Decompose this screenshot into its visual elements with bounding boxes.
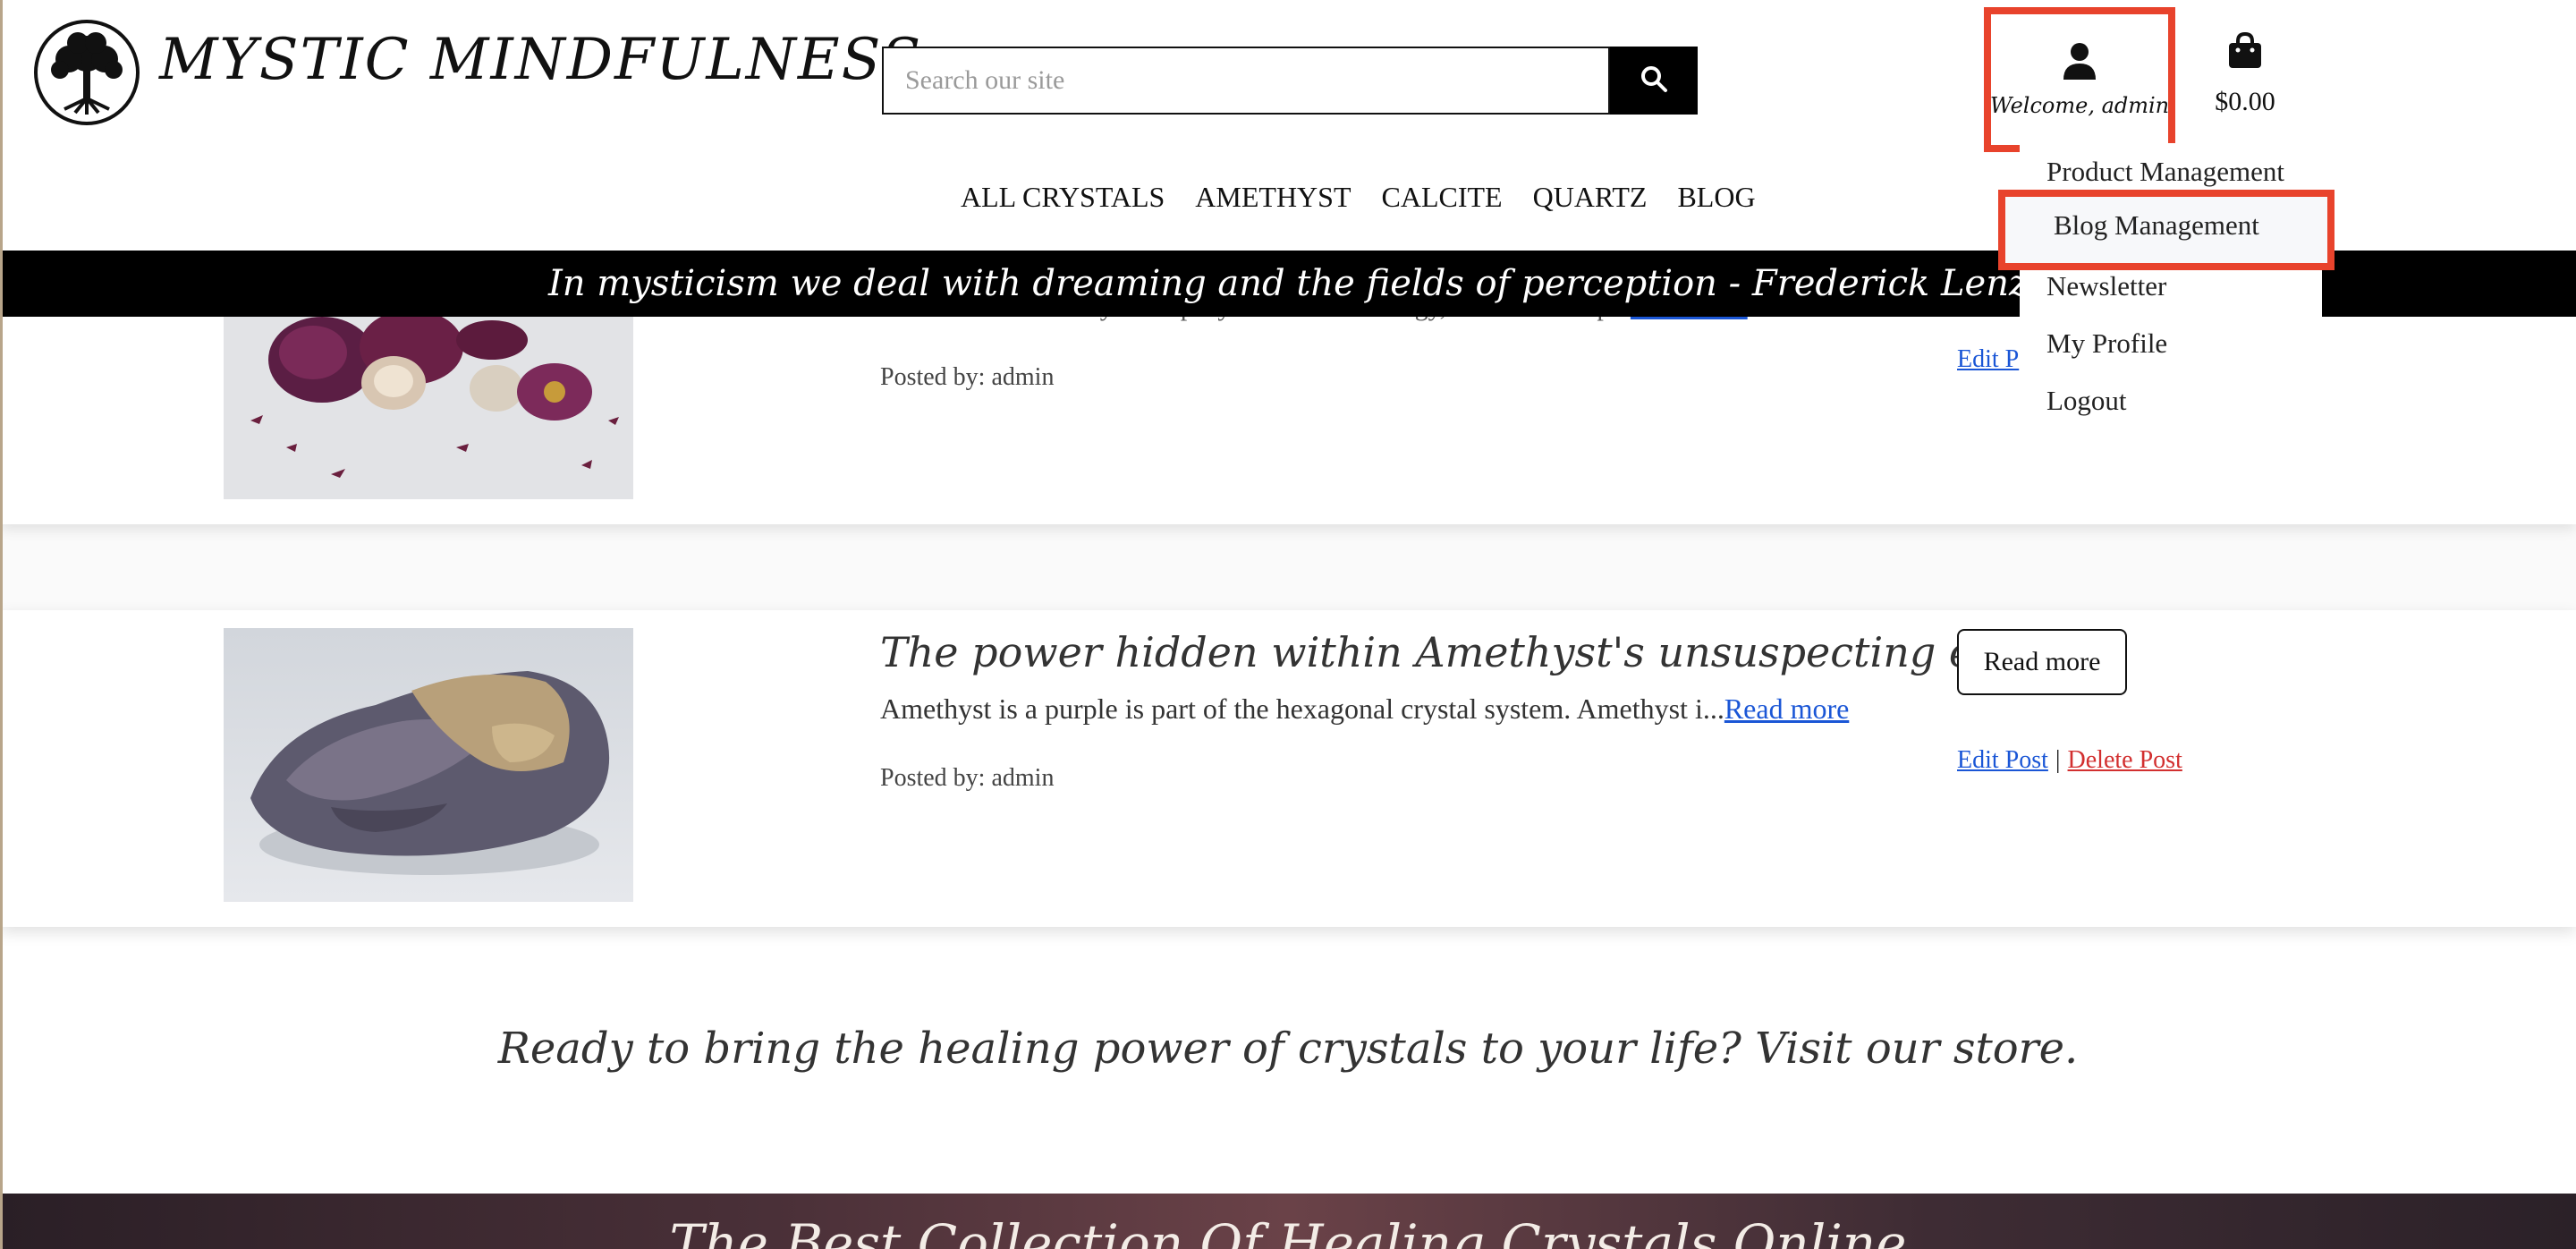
main-nav: ALL CRYSTALS AMETHYST CALCITE QUARTZ BLO… (961, 181, 1756, 214)
store-cta: Ready to bring the healing power of crys… (497, 1024, 2079, 1074)
tree-logo-icon[interactable] (34, 20, 140, 125)
footer-hero: The Best Collection Of Healing Crystals … (0, 1194, 2576, 1249)
menu-item-blog-management[interactable]: Blog Management (1998, 190, 2334, 270)
menu-item-product-management[interactable]: Product Management (2046, 156, 2284, 188)
search-icon (1640, 64, 1668, 98)
search-form (882, 47, 1610, 115)
nav-amethyst[interactable]: AMETHYST (1195, 181, 1351, 214)
nav-calcite[interactable]: CALCITE (1382, 181, 1503, 214)
delete-post-link[interactable]: Delete Post (2068, 746, 2182, 774)
blog-post-image-amethyst[interactable] (224, 628, 633, 902)
menu-item-logout[interactable]: Logout (2046, 385, 2127, 417)
cart-total: $0.00 (2215, 87, 2275, 116)
post-actions: Edit Post | Delete Post (1957, 746, 2182, 775)
posted-by: Posted by: admin (880, 764, 1055, 792)
nav-quartz[interactable]: QUARTZ (1533, 181, 1648, 214)
section-gap (0, 524, 2576, 610)
blog-post-title[interactable]: The power hidden within Amethyst's unsus… (880, 628, 2114, 676)
footer-title: The Best Collection Of Healing Crystals … (669, 1213, 1907, 1249)
blog-post-excerpt: Amethyst is a purple is part of the hexa… (880, 692, 1850, 725)
account-welcome-label: Welcome, admin (1989, 92, 2170, 118)
brand-name[interactable]: MYSTIC MINDFULNESS (159, 27, 922, 93)
menu-item-blog-management-label: Blog Management (2054, 209, 2259, 241)
edit-post-link[interactable]: Edit Post (1957, 746, 2048, 774)
menu-item-my-profile[interactable]: My Profile (2046, 327, 2167, 360)
window-edge (0, 0, 3, 1249)
posted-by-calcite: Posted by: admin (880, 363, 1055, 391)
menu-item-newsletter[interactable]: Newsletter (2046, 270, 2166, 302)
action-separator: | (2055, 746, 2061, 774)
search-button[interactable] (1610, 47, 1698, 115)
search-input[interactable] (884, 48, 1608, 113)
shopping-bag-icon (2227, 31, 2263, 74)
edit-post-link-calcite[interactable]: Edit P (1957, 345, 2019, 374)
cart-button[interactable]: $0.00 (2200, 31, 2290, 122)
user-icon (2062, 42, 2097, 84)
read-more-button[interactable]: Read more (1957, 629, 2127, 695)
nav-blog[interactable]: BLOG (1677, 181, 1755, 214)
account-dropdown: Product Management Newsletter My Profile… (2020, 143, 2322, 428)
read-more-link[interactable]: Read more (1724, 692, 1850, 725)
quote-text: In mysticism we deal with dreaming and t… (547, 263, 2029, 304)
nav-all-crystals[interactable]: ALL CRYSTALS (961, 181, 1165, 214)
blog-post-image-flowers[interactable] (224, 313, 633, 499)
account-menu-button[interactable]: Welcome, admin (1984, 7, 2175, 152)
